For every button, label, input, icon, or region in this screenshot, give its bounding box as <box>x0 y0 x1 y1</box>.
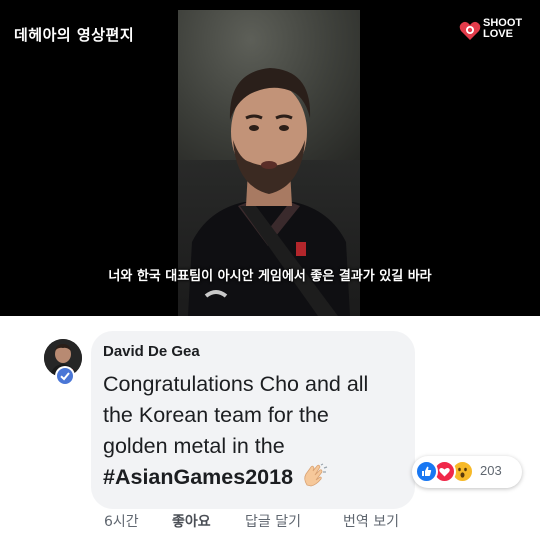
hashtag-link[interactable]: #AsianGames2018 <box>103 465 293 489</box>
video-subtitle: 너와 한국 대표팀이 아시안 게임에서 좋은 결과가 있길 바라 <box>108 269 432 284</box>
logo-line2: LOVE <box>483 28 513 40</box>
like-reaction-icon <box>415 460 438 483</box>
comment: David De Gea Congratulations Cho and all… <box>0 316 540 546</box>
reactions-summary[interactable]: 203 <box>412 456 522 488</box>
video-title-overlay: 데헤아의 영상편지 <box>14 26 135 44</box>
shoot-for-love-logo: SHOOT LOVE <box>459 18 531 44</box>
comment-bubble: David De Gea Congratulations Cho and all… <box>91 331 415 509</box>
reply-button[interactable]: 답글 달기 <box>245 511 301 531</box>
reaction-count: 203 <box>480 463 502 478</box>
comment-author[interactable]: David De Gea <box>103 343 200 360</box>
comment-text: Congratulations Cho and all the Korean t… <box>103 369 408 496</box>
translate-button[interactable]: 번역 보기 <box>343 511 399 531</box>
like-button[interactable]: 좋아요 <box>172 511 211 531</box>
heart-logo-icon <box>459 21 481 40</box>
comment-line-2: the Korean team for the <box>103 403 329 427</box>
comment-line-3: golden metal in the <box>103 434 285 458</box>
video-frame[interactable]: 데헤아의 영상편지 SHOOT LOVE 너와 한국 대표팀이 아시안 게임에서… <box>0 0 540 316</box>
verified-badge-icon <box>55 366 75 386</box>
comment-timestamp[interactable]: 6시간 <box>104 511 139 531</box>
comment-line-1: Congratulations Cho and all <box>103 372 369 396</box>
clapping-hands-icon <box>301 463 329 496</box>
